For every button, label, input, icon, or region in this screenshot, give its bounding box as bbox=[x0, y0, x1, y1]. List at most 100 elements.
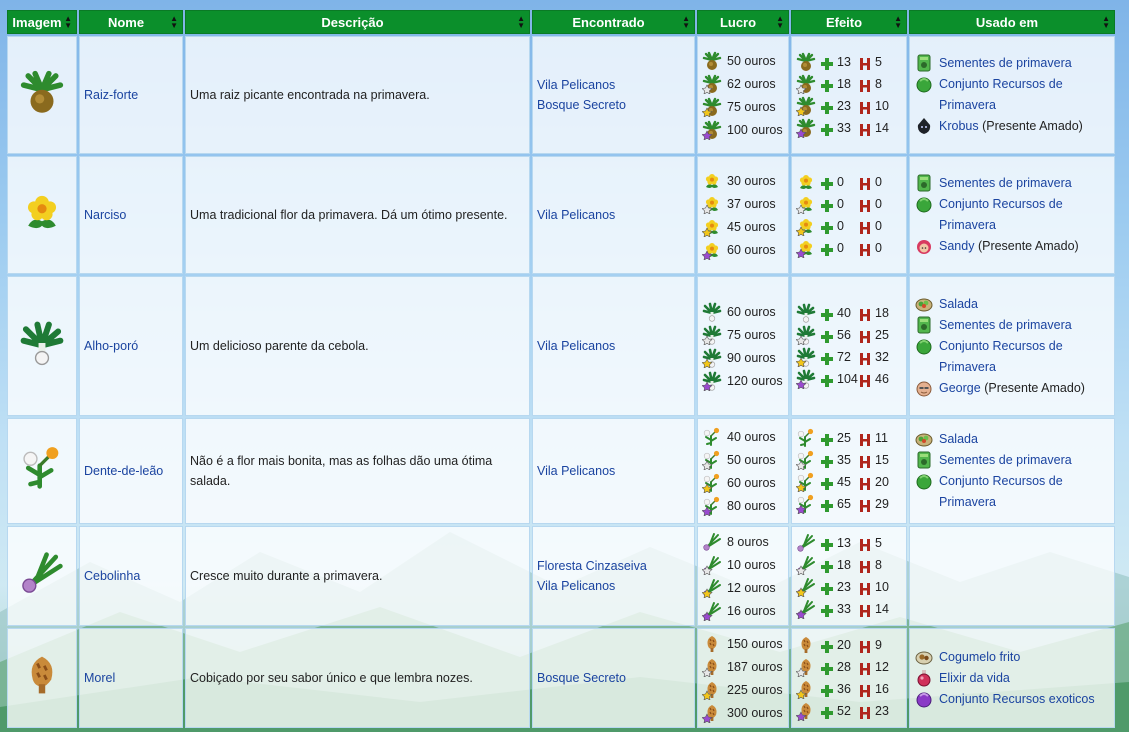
sort-icon[interactable]: ▲ ▼ bbox=[1102, 15, 1110, 30]
used-in-link[interactable]: Sementes de primavera bbox=[939, 318, 1072, 332]
health-icon bbox=[859, 100, 871, 114]
leek-icon[interactable] bbox=[19, 320, 65, 366]
cell-description: Uma tradicional flor da primavera. Dá um… bbox=[185, 156, 530, 274]
cell-description: Cobiçado por seu sabor único e que lembr… bbox=[185, 628, 530, 728]
profit-line: 300 ouros bbox=[702, 701, 784, 724]
sort-icon[interactable]: ▲ ▼ bbox=[776, 15, 784, 30]
item-name-link[interactable]: Morel bbox=[84, 671, 115, 685]
horseradish-icon[interactable] bbox=[19, 69, 65, 115]
location-link[interactable]: Vila Pelicanos bbox=[537, 461, 690, 481]
energy-value: 40 bbox=[837, 306, 851, 320]
energy-icon bbox=[821, 559, 833, 573]
location-link[interactable]: Bosque Secreto bbox=[537, 668, 690, 688]
header-efeito[interactable]: Efeito ▲ ▼ bbox=[791, 10, 907, 34]
spring-onion-icon[interactable] bbox=[19, 550, 65, 596]
energy-value: 36 bbox=[837, 682, 851, 696]
used-in-link[interactable]: Elixir da vida bbox=[939, 671, 1010, 685]
used-in-link[interactable]: Sementes de primavera bbox=[939, 56, 1072, 70]
energy-value: 56 bbox=[837, 328, 851, 342]
effect-line: 65 29 bbox=[796, 493, 902, 515]
energy-icon bbox=[821, 307, 833, 321]
cell-used-in: Cogumelo frito Elixir da vida Conjunto Rec… bbox=[909, 628, 1115, 728]
header-lucro[interactable]: Lucro ▲ ▼ bbox=[697, 10, 789, 34]
profit-line: 50 ouros bbox=[702, 448, 784, 471]
profit-line: 60 ouros bbox=[702, 300, 784, 323]
sort-icon[interactable]: ▲ ▼ bbox=[517, 15, 525, 30]
morel-icon[interactable] bbox=[19, 652, 65, 698]
profit-value: 75 ouros bbox=[727, 99, 776, 114]
header-imagem[interactable]: Imagem ▲ ▼ bbox=[7, 10, 77, 34]
spring-onion-gold-star-icon bbox=[702, 578, 722, 598]
header-usado-em[interactable]: Usado em ▲ ▼ bbox=[909, 10, 1115, 34]
leek-normal-icon bbox=[702, 302, 722, 322]
life-elixir-icon bbox=[914, 668, 934, 688]
header-encontrado[interactable]: Encontrado ▲ ▼ bbox=[532, 10, 695, 34]
energy-icon bbox=[821, 122, 833, 136]
used-in-item: Salada bbox=[914, 294, 1110, 315]
sort-icon[interactable]: ▲ ▼ bbox=[894, 15, 902, 30]
location-link[interactable]: Floresta Cinzaseiva bbox=[537, 556, 690, 576]
sort-icon[interactable]: ▲ ▼ bbox=[682, 15, 690, 30]
spring-onion-normal-icon bbox=[702, 532, 722, 552]
header-nome[interactable]: Nome ▲ ▼ bbox=[79, 10, 183, 34]
item-name-link[interactable]: Dente-de-leão bbox=[84, 464, 163, 478]
used-in-link[interactable]: Cogumelo frito bbox=[939, 650, 1020, 664]
cell-effect: 25 11 35 15 45 20 65 29 bbox=[791, 418, 907, 524]
cell-found: Bosque Secreto bbox=[532, 628, 695, 728]
dandelion-silver-star-icon bbox=[702, 450, 722, 470]
spring-onion-silver-star-icon bbox=[702, 555, 722, 575]
used-in-link[interactable]: Sementes de primavera bbox=[939, 453, 1072, 467]
energy-icon bbox=[821, 683, 833, 697]
used-in-link[interactable]: Krobus bbox=[939, 119, 979, 133]
table-row: Dente-de-leão Não é a flor mais bonita, m… bbox=[7, 418, 1115, 524]
location-link[interactable]: Vila Pelicanos bbox=[537, 75, 690, 95]
item-name-link[interactable]: Raiz-forte bbox=[84, 88, 138, 102]
used-in-link[interactable]: George bbox=[939, 381, 981, 395]
horseradish-normal-icon bbox=[796, 52, 816, 72]
dandelion-icon[interactable] bbox=[19, 445, 65, 491]
item-description: Cobiçado por seu sabor único e que lembr… bbox=[190, 671, 473, 685]
daffodil-gold-star-icon bbox=[702, 217, 722, 237]
sort-icon[interactable]: ▲ ▼ bbox=[64, 15, 72, 30]
dandelion-normal-icon bbox=[796, 428, 816, 448]
health-icon bbox=[859, 454, 871, 468]
salad-icon bbox=[914, 429, 934, 449]
sort-icon[interactable]: ▲ ▼ bbox=[170, 15, 178, 30]
used-in-link[interactable]: Salada bbox=[939, 297, 978, 311]
location-link[interactable]: Bosque Secreto bbox=[537, 95, 690, 115]
header-descricao[interactable]: Descrição ▲ ▼ bbox=[185, 10, 530, 34]
used-in-link[interactable]: Sandy bbox=[939, 239, 974, 253]
energy-icon bbox=[821, 498, 833, 512]
used-in-link[interactable]: Conjunto Recursos exoticos bbox=[939, 692, 1095, 706]
location-link[interactable]: Vila Pelicanos bbox=[537, 205, 690, 225]
effect-line: 00 bbox=[796, 171, 902, 193]
health-value: 0 bbox=[875, 241, 882, 255]
health-icon bbox=[859, 683, 871, 697]
used-in-link[interactable]: Sementes de primavera bbox=[939, 176, 1072, 190]
bundle-icon bbox=[914, 74, 934, 94]
used-in-item: Conjunto Recursos exoticos bbox=[914, 689, 1110, 710]
item-name-link[interactable]: Alho-poró bbox=[84, 339, 138, 353]
used-in-link[interactable]: Conjunto Recursos de Primavera bbox=[939, 197, 1063, 232]
item-name-link[interactable]: Cebolinha bbox=[84, 569, 140, 583]
effect-line: 104 46 bbox=[796, 368, 902, 390]
table-row: Alho-poró Um delicioso parente da cebola.… bbox=[7, 276, 1115, 416]
effect-line: 18 8 bbox=[796, 73, 902, 95]
energy-value: 0 bbox=[837, 175, 844, 189]
cell-found: Vila Pelicanos bbox=[532, 418, 695, 524]
profit-line: 187 ouros bbox=[702, 655, 784, 678]
health-icon bbox=[859, 498, 871, 512]
daffodil-iridium-star-icon bbox=[796, 238, 816, 258]
item-name-link[interactable]: Narciso bbox=[84, 208, 126, 222]
location-link[interactable]: Vila Pelicanos bbox=[537, 576, 690, 596]
used-in-link[interactable]: Conjunto Recursos de Primavera bbox=[939, 474, 1063, 509]
used-in-link[interactable]: Conjunto Recursos de Primavera bbox=[939, 77, 1063, 112]
leek-silver-star-icon bbox=[796, 325, 816, 345]
krobus-icon bbox=[914, 116, 934, 136]
location-link[interactable]: Vila Pelicanos bbox=[537, 336, 690, 356]
used-in-link[interactable]: Salada bbox=[939, 432, 978, 446]
energy-icon bbox=[821, 476, 833, 490]
used-in-link[interactable]: Conjunto Recursos de Primavera bbox=[939, 339, 1063, 374]
daffodil-icon[interactable] bbox=[19, 189, 65, 235]
health-value: 0 bbox=[875, 219, 882, 233]
